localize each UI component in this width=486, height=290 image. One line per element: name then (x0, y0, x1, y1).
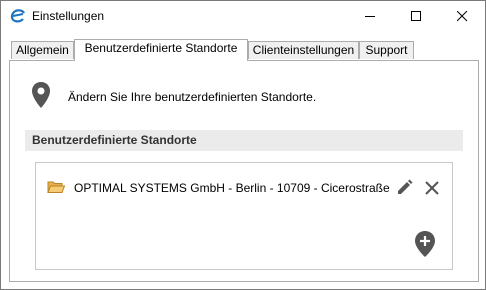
pencil-icon[interactable] (396, 178, 414, 199)
tab-allgemein[interactable]: Allgemein (11, 41, 74, 59)
maximize-icon (411, 11, 421, 21)
e-logo-icon (10, 9, 26, 23)
info-text: Ändern Sie Ihre benutzerdefinierten Stan… (68, 90, 317, 104)
title-bar[interactable]: Einstellungen (1, 1, 485, 32)
add-location-icon[interactable] (414, 230, 436, 261)
minimize-icon (365, 16, 375, 17)
tab-strip: Allgemein Benutzerdefinierte Standorte C… (9, 39, 479, 61)
section-title: Benutzerdefinierte Standorte (32, 133, 197, 147)
location-pin-icon (31, 81, 51, 112)
close-button[interactable] (439, 1, 485, 32)
tab-support[interactable]: Support (359, 41, 414, 59)
maximize-button[interactable] (393, 1, 439, 32)
tab-benutzerdefinierte-standorte[interactable]: Benutzerdefinierte Standorte (74, 39, 248, 61)
locations-list (35, 162, 453, 270)
close-icon (457, 11, 468, 22)
location-item[interactable]: OPTIMAL SYSTEMS GmbH - Berlin - 10709 - … (74, 181, 392, 195)
settings-window: Einstellungen Allgemein Benutzerdefinier… (0, 0, 486, 290)
window-title: Einstellungen (32, 9, 105, 23)
section-header: Benutzerdefinierte Standorte (25, 130, 463, 151)
folder-icon (47, 180, 66, 197)
delete-x-icon[interactable] (424, 180, 440, 199)
minimize-button[interactable] (347, 1, 393, 32)
tab-clienteinstellungen[interactable]: Clienteinstellungen (248, 41, 359, 59)
